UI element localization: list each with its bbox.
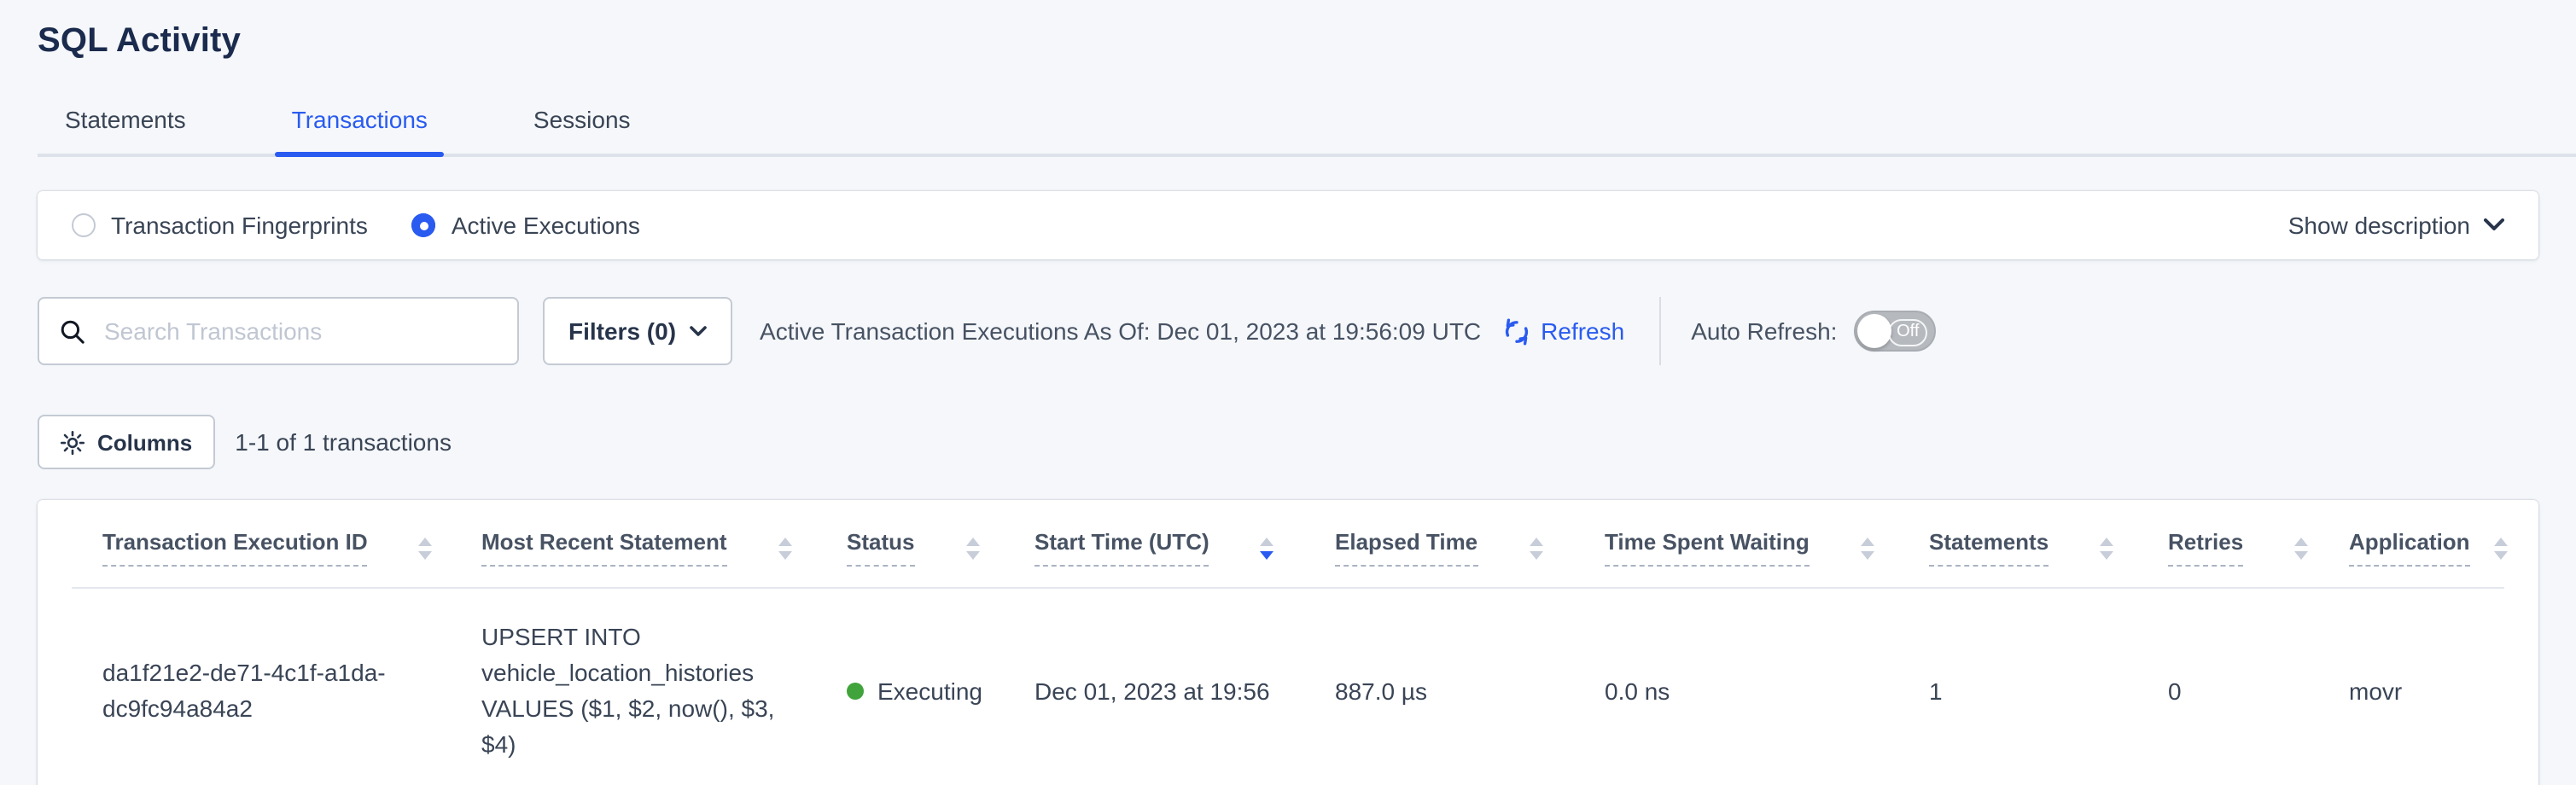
sort-icon[interactable] <box>965 537 979 559</box>
elapsed-time-cell: 887.0 µs <box>1335 588 1605 785</box>
radio-label: Active Executions <box>452 212 640 239</box>
sort-icon[interactable] <box>2100 537 2113 559</box>
columns-button[interactable]: Columns <box>38 415 214 469</box>
transactions-table: Transaction Execution ID Most Recent Sta… <box>72 500 2504 785</box>
col-header-most-recent-statement[interactable]: Most Recent Statement <box>481 500 847 588</box>
radio-icon[interactable] <box>72 213 96 237</box>
sort-icon[interactable] <box>1861 537 1874 559</box>
page-title: SQL Activity <box>0 0 2576 61</box>
view-options-card: Transaction Fingerprints Active Executio… <box>38 191 2538 259</box>
table-header-row: Transaction Execution ID Most Recent Sta… <box>72 500 2504 588</box>
auto-refresh-label: Auto Refresh: <box>1691 317 1837 345</box>
sort-icon[interactable] <box>778 537 792 559</box>
col-header-start-time[interactable]: Start Time (UTC) <box>1034 500 1335 588</box>
col-header-time-spent-waiting[interactable]: Time Spent Waiting <box>1605 500 1929 588</box>
filters-button[interactable]: Filters (0) <box>543 297 732 365</box>
radio-label: Transaction Fingerprints <box>111 212 368 239</box>
statements-count-cell: 1 <box>1929 588 2168 785</box>
table-row: da1f21e2-de71-4c1f-a1da-dc9fc94a84a2 UPS… <box>72 588 2504 785</box>
show-description-toggle[interactable]: Show description <box>2288 212 2504 239</box>
status-executing-dot <box>847 683 864 700</box>
filter-toolbar: Filters (0) Active Transaction Execution… <box>38 297 2538 365</box>
sql-activity-page: SQL Activity Statements Transactions Ses… <box>0 0 2576 785</box>
col-header-elapsed-time[interactable]: Elapsed Time <box>1335 500 1605 588</box>
status-badge: Executing <box>877 673 982 709</box>
as-of-timestamp: Active Transaction Executions As Of: Dec… <box>760 317 1481 345</box>
results-count: 1-1 of 1 transactions <box>235 428 452 456</box>
tab-statements[interactable]: Statements <box>65 106 186 154</box>
application-cell: movr <box>2349 588 2504 785</box>
col-header-application[interactable]: Application <box>2349 500 2504 588</box>
toggle-knob[interactable] <box>1857 314 1891 348</box>
sort-icon[interactable] <box>2494 537 2508 559</box>
most-recent-statement: UPSERT INTO vehicle_location_histories V… <box>481 619 806 763</box>
active-tab-indicator <box>275 152 445 157</box>
time-spent-waiting-cell: 0.0 ns <box>1605 588 1929 785</box>
col-header-retries[interactable]: Retries <box>2168 500 2349 588</box>
sort-icon[interactable] <box>2294 537 2308 559</box>
sort-icon[interactable] <box>419 537 433 559</box>
radio-active-executions[interactable]: Active Executions <box>412 212 640 239</box>
col-header-transaction-execution-id[interactable]: Transaction Execution ID <box>72 500 481 588</box>
col-header-statements[interactable]: Statements <box>1929 500 2168 588</box>
chevron-down-icon <box>690 325 707 337</box>
tab-transactions[interactable]: Transactions <box>292 106 428 154</box>
radio-icon[interactable] <box>412 213 436 237</box>
transaction-execution-id-link[interactable]: da1f21e2-de71-4c1f-a1da-dc9fc94a84a2 <box>102 659 386 722</box>
retries-cell: 0 <box>2168 588 2349 785</box>
auto-refresh-toggle[interactable]: Off <box>1854 311 1936 352</box>
tab-sessions[interactable]: Sessions <box>533 106 631 154</box>
search-icon <box>60 318 85 344</box>
sort-icon[interactable] <box>1261 537 1274 559</box>
refresh-button[interactable]: Refresh <box>1501 317 1624 346</box>
sort-icon[interactable] <box>1529 537 1542 559</box>
chevron-down-icon <box>2484 218 2504 232</box>
table-controls-row: Columns 1-1 of 1 transactions <box>38 415 2538 469</box>
toolbar-divider <box>1658 297 1660 365</box>
refresh-icon <box>1501 317 1530 346</box>
radio-transaction-fingerprints[interactable]: Transaction Fingerprints <box>72 212 368 239</box>
search-box[interactable] <box>38 297 519 365</box>
gear-icon <box>60 429 85 455</box>
transactions-table-card: Transaction Execution ID Most Recent Sta… <box>38 500 2538 785</box>
col-header-status[interactable]: Status <box>847 500 1034 588</box>
tab-bar: Statements Transactions Sessions <box>38 106 2576 157</box>
search-input[interactable] <box>101 316 497 346</box>
start-time-cell: Dec 01, 2023 at 19:56 <box>1034 588 1335 785</box>
toggle-state-label: Off <box>1888 319 1927 346</box>
